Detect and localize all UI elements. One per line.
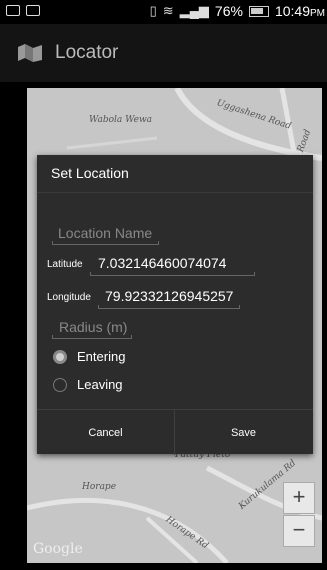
signal-icon: ▂▄▆ <box>179 3 209 18</box>
longitude-label: Longitude <box>47 292 91 303</box>
cancel-button[interactable]: Cancel <box>37 410 174 455</box>
zoom-out-button[interactable]: − <box>283 515 315 547</box>
action-bar: Locator <box>0 24 327 82</box>
entering-label: Entering <box>77 349 126 364</box>
app-title: Locator <box>55 42 119 63</box>
google-attribution: Google <box>33 541 83 557</box>
radius-underline <box>52 335 132 339</box>
entering-radio[interactable] <box>53 349 67 364</box>
clock: 10:49PM <box>274 3 325 19</box>
message-icon <box>26 5 40 16</box>
latitude-label: Latitude <box>47 259 83 270</box>
save-button[interactable]: Save <box>175 410 312 455</box>
map-label: Horape <box>82 482 117 492</box>
dialog-title: Set Location <box>51 165 129 181</box>
location-name-input[interactable]: Location Name <box>58 225 152 241</box>
zoom-in-button[interactable]: + <box>283 482 315 514</box>
battery-percent: 76% <box>214 3 243 19</box>
latitude-underline <box>90 272 255 276</box>
battery-icon <box>248 5 269 17</box>
set-location-dialog: Set Location Location Name Latitude 7.03… <box>37 155 313 455</box>
longitude-input[interactable]: 79.92332126945257 <box>105 288 233 304</box>
leaving-label: Leaving <box>77 377 123 392</box>
location-name-underline <box>52 241 159 245</box>
entering-option[interactable]: Entering <box>53 349 125 364</box>
map-icon[interactable] <box>17 43 43 63</box>
leaving-radio[interactable] <box>53 377 67 392</box>
leaving-option[interactable]: Leaving <box>53 377 123 392</box>
longitude-underline <box>98 305 240 309</box>
radius-input[interactable]: Radius (m) <box>59 319 127 335</box>
latitude-input[interactable]: 7.032146460074074 <box>98 255 226 271</box>
dialog-button-bar: Cancel Save <box>37 409 313 455</box>
notification-icon <box>6 5 20 16</box>
status-bar: ▯ ≋ ▂▄▆ 76% 10:49PM <box>0 0 327 24</box>
vibrate-icon: ▯ <box>149 3 157 18</box>
wifi-icon: ≋ <box>162 3 174 18</box>
dialog-title-divider <box>37 192 313 193</box>
map-label: Wabola Wewa <box>89 115 153 125</box>
